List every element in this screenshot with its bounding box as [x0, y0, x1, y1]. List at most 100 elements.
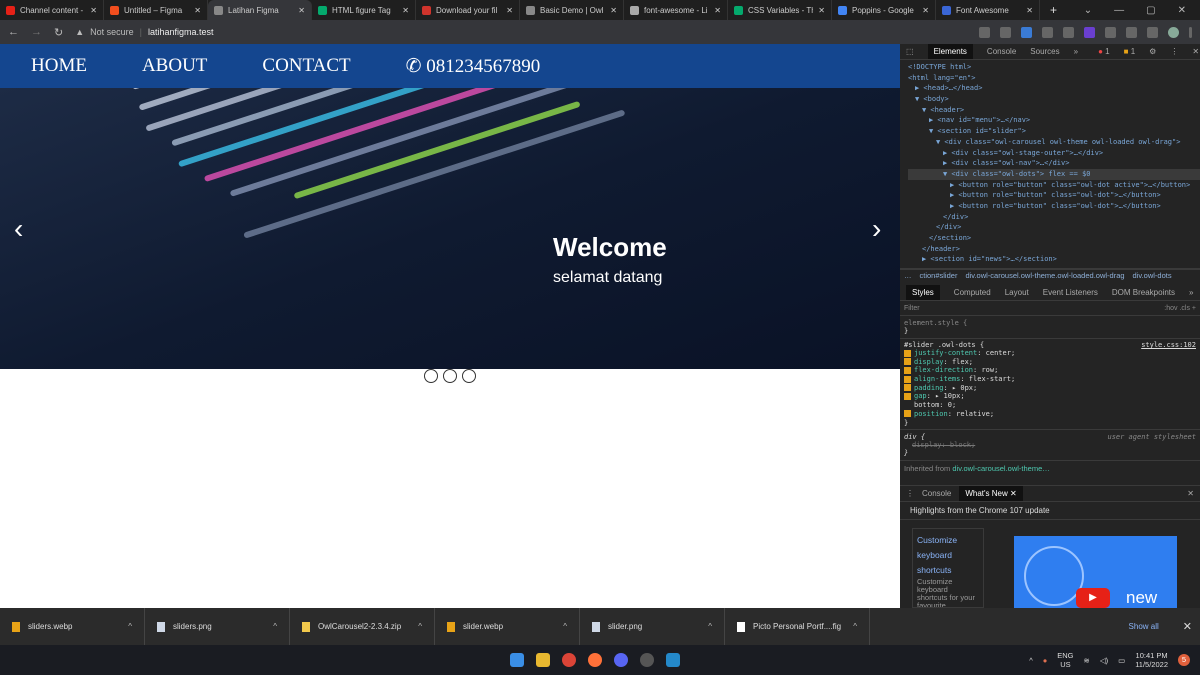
wifi-icon[interactable]: ≋	[1084, 656, 1090, 665]
puzzle-icon[interactable]	[1105, 26, 1116, 38]
browser-tab[interactable]: Download your fil ✕	[416, 0, 520, 20]
tab-close-icon[interactable]: ✕	[298, 6, 305, 15]
browser-tab[interactable]: font-awesome - Li ✕	[624, 0, 728, 20]
devtools-tab[interactable]: »	[1074, 47, 1078, 56]
region[interactable]: US	[1060, 660, 1070, 669]
volume-icon[interactable]: ◁)	[1100, 656, 1108, 665]
firefox-icon[interactable]	[588, 653, 602, 667]
close-window-icon[interactable]: ✕	[1178, 5, 1186, 16]
styles-tab[interactable]: »	[1189, 288, 1193, 297]
dom-node[interactable]: ▼ <section id="slider">	[908, 126, 1200, 137]
breadcrumb-item[interactable]: div.owl-dots	[1133, 270, 1172, 281]
battery-icon[interactable]: ▭	[1118, 656, 1125, 665]
new-tab-button[interactable]: +	[1040, 3, 1067, 17]
browser-tab[interactable]: Poppins - Google ✕	[832, 0, 936, 20]
chevron-down-icon[interactable]: ⌄	[1084, 5, 1092, 16]
dom-node[interactable]: </div>	[908, 212, 1200, 223]
star-icon[interactable]	[1000, 26, 1011, 38]
dom-node[interactable]: ▶ <button role="button" class="owl-dot">…	[908, 190, 1200, 201]
download-menu-chevron-icon[interactable]: ^	[708, 622, 712, 631]
devtools-close-icon[interactable]: ✕	[1192, 47, 1199, 56]
start-icon[interactable]	[510, 653, 524, 667]
download-menu-chevron-icon[interactable]: ^	[273, 622, 277, 631]
css-property[interactable]: align-items: flex-start;	[900, 375, 1200, 384]
reload-icon[interactable]: ↻	[54, 26, 63, 39]
styles-filter-input[interactable]: Filter	[904, 305, 1164, 312]
devtools-tab[interactable]: Elements	[927, 44, 973, 59]
download-menu-chevron-icon[interactable]: ^	[128, 622, 132, 631]
clock-date[interactable]: 11/5/2022	[1135, 660, 1168, 669]
inherited-link[interactable]: div.owl-carousel.owl-theme…	[952, 464, 1049, 473]
css-property[interactable]: position: relative;	[900, 410, 1200, 419]
tray-chevron-icon[interactable]: ^	[1029, 656, 1033, 665]
download-item[interactable]: slider.webp ^	[435, 608, 580, 645]
checkbox[interactable]	[904, 349, 911, 357]
inspect-icon[interactable]: ⬚	[906, 47, 914, 56]
slider-dot[interactable]	[462, 369, 476, 383]
whats-new-video[interactable]: ▶ new	[1014, 536, 1177, 609]
dom-node[interactable]: ▶ <section id="news">…</section>	[908, 254, 1200, 265]
dom-node[interactable]: ▶ <nav id="menu">…</nav>	[908, 115, 1200, 126]
whats-new-link[interactable]: keyboard	[917, 548, 979, 563]
styles-tab[interactable]: Styles	[906, 285, 940, 300]
figma-icon[interactable]	[640, 653, 654, 667]
discord-icon[interactable]	[614, 653, 628, 667]
browser-tab[interactable]: Latihan Figma ✕	[208, 0, 312, 20]
nav-phone[interactable]: ✆ 081234567890	[406, 55, 541, 78]
whats-new-link[interactable]: shortcuts	[917, 563, 979, 578]
maximize-icon[interactable]: ▢	[1146, 5, 1155, 16]
slider-prev-button[interactable]: ‹	[14, 213, 23, 245]
back-icon[interactable]: ←	[8, 26, 19, 38]
download-item[interactable]: OwlCarousel2-2.3.4.zip ^	[290, 608, 435, 645]
element-style[interactable]: element.style {	[904, 319, 1196, 327]
rule-source-link[interactable]: style.css:102	[1141, 341, 1196, 349]
nav-contact[interactable]: CONTACT	[262, 55, 350, 77]
browser-tab[interactable]: CSS Variables - The ✕	[728, 0, 832, 20]
dom-node[interactable]: ▶ <head>…</head>	[908, 83, 1200, 94]
css-property[interactable]: display: flex;	[900, 358, 1200, 367]
share-icon[interactable]	[979, 26, 990, 38]
dom-node[interactable]: </section>	[908, 233, 1200, 244]
css-property[interactable]: padding: ▸ 0px;	[900, 384, 1200, 393]
download-item[interactable]: Picto Personal Portf....fig ^	[725, 608, 870, 645]
settings-gear-icon[interactable]: ⚙	[1149, 47, 1156, 56]
dom-node[interactable]: ▼ <div class="owl-dots"> flex == $0	[908, 168, 1200, 180]
close-icon[interactable]: ✕	[1183, 620, 1192, 633]
dom-node[interactable]: ▶ <div class="owl-nav">…</div>	[908, 158, 1200, 169]
browser-tab[interactable]: Font Awesome ✕	[936, 0, 1040, 20]
tab-close-icon[interactable]: ✕	[714, 6, 721, 15]
tab-close-icon[interactable]: ✕	[922, 6, 929, 15]
browser-tab[interactable]: HTML figure Tag ✕	[312, 0, 416, 20]
nav-home[interactable]: HOME	[31, 55, 87, 77]
tab-close-icon[interactable]: ✕	[194, 6, 201, 15]
checkbox[interactable]	[904, 366, 911, 374]
extension-icon[interactable]	[1042, 26, 1053, 38]
menu-kebab-icon[interactable]	[1189, 26, 1192, 38]
download-menu-chevron-icon[interactable]: ^	[563, 622, 567, 631]
download-menu-chevron-icon[interactable]: ^	[418, 622, 422, 631]
checkbox[interactable]	[904, 358, 911, 366]
browser-tab[interactable]: Channel content - ✕	[0, 0, 104, 20]
drawer-tab-whats-new[interactable]: What's New ✕	[959, 486, 1023, 501]
css-property[interactable]: bottom: 0;	[900, 401, 1200, 410]
breadcrumb-item[interactable]: ction#slider	[920, 270, 958, 281]
checkbox[interactable]	[904, 384, 911, 392]
tab-close-icon[interactable]: ✕	[818, 6, 825, 15]
nav-about[interactable]: ABOUT	[142, 55, 207, 77]
minimize-icon[interactable]: —	[1114, 5, 1124, 16]
styles-tab[interactable]: Event Listeners	[1043, 288, 1098, 297]
omnibox[interactable]: ▲ Not secure | latihanfigma.test	[75, 27, 213, 37]
drawer-tab-console[interactable]: Console	[922, 489, 951, 498]
dom-node[interactable]: ▶ <button role="button" class="owl-dot a…	[908, 180, 1200, 191]
dom-node[interactable]: ▼ <header>	[908, 105, 1200, 116]
devtools-tab[interactable]: Sources	[1030, 47, 1059, 56]
css-property[interactable]: justify-content: center;	[900, 349, 1200, 358]
explorer-icon[interactable]	[536, 653, 550, 667]
lang[interactable]: ENG	[1057, 651, 1073, 660]
more-icon[interactable]: ⋮	[1170, 47, 1178, 56]
styles-tab[interactable]: DOM Breakpoints	[1112, 288, 1175, 297]
styles-tab[interactable]: Computed	[954, 288, 991, 297]
sidepanel-icon[interactable]	[1147, 26, 1158, 38]
error-count[interactable]: ● 1	[1098, 47, 1110, 56]
forward-icon[interactable]: →	[31, 26, 42, 38]
